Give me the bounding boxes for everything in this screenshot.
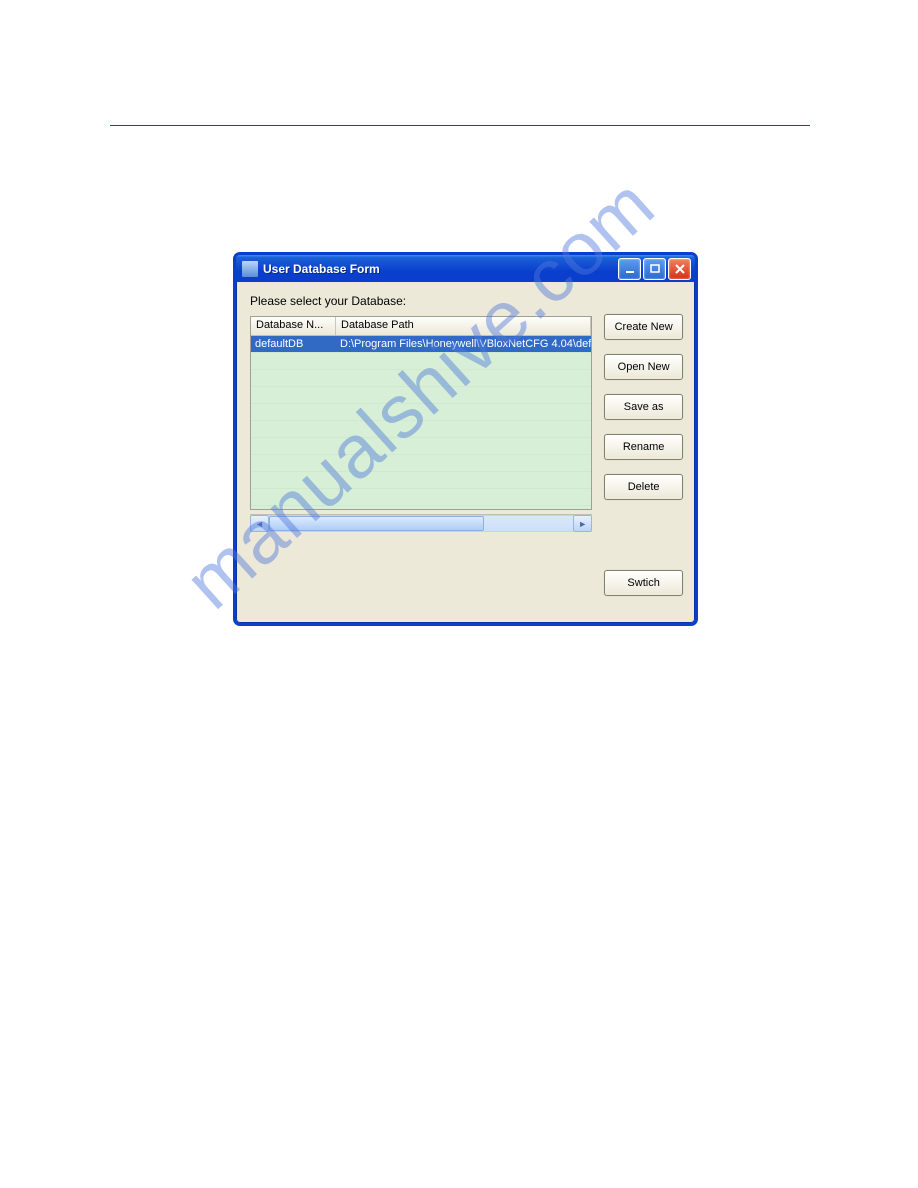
cell-database-path: D:\Program Files\Honeywell\VBloxNetCFG 4… xyxy=(336,336,591,352)
switch-button[interactable]: Swtich xyxy=(604,570,683,596)
button-column: Create New Open New Save as Rename Delet… xyxy=(604,294,683,611)
maximize-icon xyxy=(649,263,661,275)
rename-button[interactable]: Rename xyxy=(604,434,683,460)
scroll-track[interactable] xyxy=(269,515,573,532)
app-icon xyxy=(242,261,258,277)
column-header-path[interactable]: Database Path xyxy=(336,317,591,335)
delete-button[interactable]: Delete xyxy=(604,474,683,500)
window-controls xyxy=(618,258,691,280)
maximize-button[interactable] xyxy=(643,258,666,280)
minimize-icon xyxy=(624,263,636,275)
database-listview[interactable]: Database N... Database Path defaultDB D:… xyxy=(250,316,592,510)
scroll-thumb[interactable] xyxy=(269,516,484,531)
horizontal-rule xyxy=(110,125,810,126)
listview-header: Database N... Database Path xyxy=(251,317,591,336)
cell-database-name: defaultDB xyxy=(251,336,336,352)
listview-body[interactable]: defaultDB D:\Program Files\Honeywell\VBl… xyxy=(251,336,591,509)
client-area: Please select your Database: Database N.… xyxy=(236,282,695,623)
minimize-button[interactable] xyxy=(618,258,641,280)
save-as-button[interactable]: Save as xyxy=(604,394,683,420)
chevron-left-icon: ◄ xyxy=(255,519,264,529)
close-button[interactable] xyxy=(668,258,691,280)
prompt-label: Please select your Database: xyxy=(250,294,592,308)
chevron-right-icon: ► xyxy=(578,519,587,529)
close-icon xyxy=(674,263,686,275)
open-new-button[interactable]: Open New xyxy=(604,354,683,380)
column-header-name[interactable]: Database N... xyxy=(251,317,336,335)
left-column: Please select your Database: Database N.… xyxy=(250,294,592,611)
window-title: User Database Form xyxy=(263,262,618,276)
create-new-button[interactable]: Create New xyxy=(604,314,683,340)
titlebar[interactable]: User Database Form xyxy=(236,255,695,282)
scroll-left-button[interactable]: ◄ xyxy=(250,515,269,532)
user-database-window: User Database Form Please select your Da… xyxy=(233,252,698,626)
horizontal-scrollbar[interactable]: ◄ ► xyxy=(250,514,592,532)
table-row[interactable]: defaultDB D:\Program Files\Honeywell\VBl… xyxy=(251,336,591,352)
scroll-right-button[interactable]: ► xyxy=(573,515,592,532)
